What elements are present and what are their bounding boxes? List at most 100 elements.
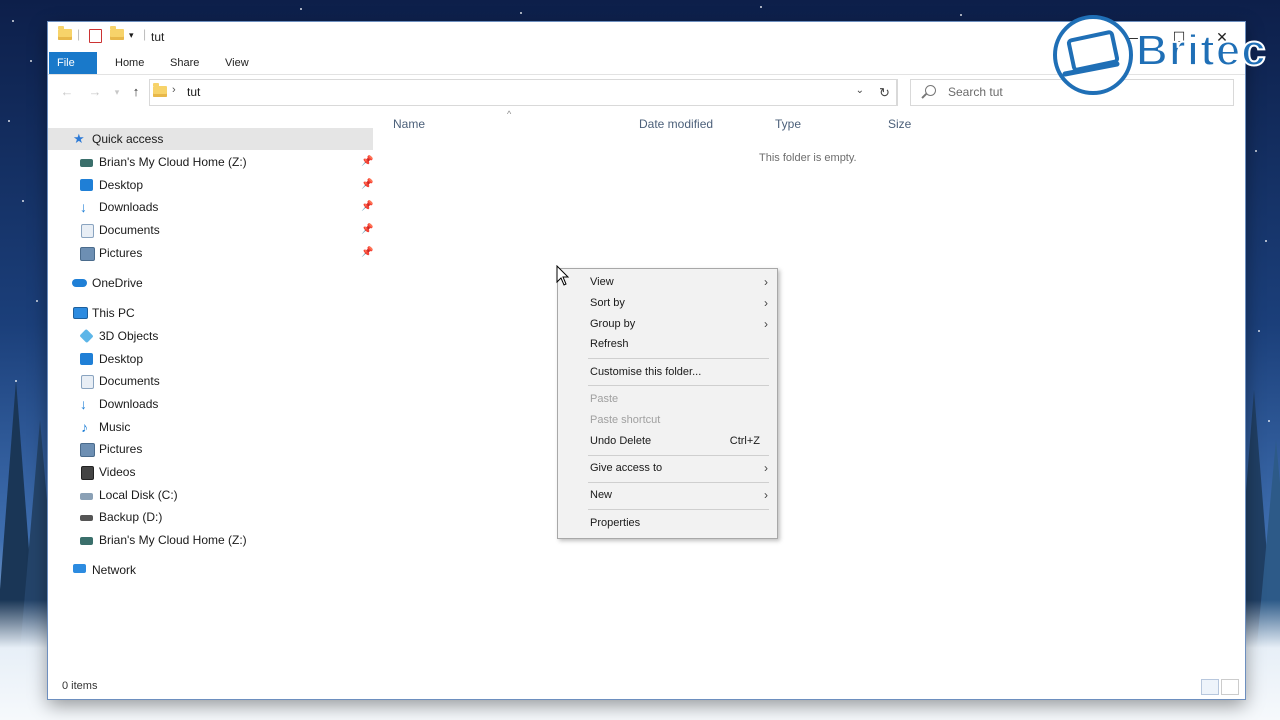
menu-label: Give access to <box>590 462 663 474</box>
nav-this-pc[interactable]: This PC <box>48 302 373 324</box>
menu-paste-shortcut[interactable]: Paste shortcut <box>558 410 777 430</box>
column-type[interactable]: Type <box>775 117 801 137</box>
new-folder-icon[interactable] <box>110 26 124 45</box>
nav-network[interactable]: Network <box>48 559 373 581</box>
nav-label: Backup (D:) <box>99 510 163 524</box>
menu-shortcut: Ctrl+Z <box>729 435 760 447</box>
menu-customise-folder[interactable]: Customise this folder... <box>558 362 777 382</box>
large-icons-view-button[interactable] <box>1221 679 1239 695</box>
menu-separator <box>588 455 769 456</box>
nav-onedrive[interactable]: OneDrive <box>48 272 373 294</box>
nav-pc-videos[interactable]: Videos <box>48 461 373 483</box>
desktop-icon <box>80 179 93 191</box>
nav-quick-desktop[interactable]: Desktop 📌 <box>48 174 373 196</box>
address-bar[interactable]: › tut ⌄ <box>149 79 897 106</box>
tab-home[interactable]: Home <box>105 52 154 74</box>
menu-give-access[interactable]: Give access to › <box>558 458 777 478</box>
chevron-right-icon: › <box>764 296 768 310</box>
menu-label: Undo Delete <box>590 435 652 447</box>
menu-label: Refresh <box>590 338 629 350</box>
separator: | <box>143 27 147 41</box>
chevron-right-icon[interactable]: › <box>172 84 176 96</box>
forward-button[interactable]: → <box>86 83 104 101</box>
sort-ascending-icon: ^ <box>507 109 512 119</box>
chevron-down-icon[interactable]: ⌄ <box>856 85 864 96</box>
logo-text: Britec <box>1135 25 1267 76</box>
search-input[interactable]: Search tut <box>948 85 1003 99</box>
menu-label: Customise this folder... <box>590 366 702 378</box>
separator: | <box>77 27 81 41</box>
nav-label: Brian's My Cloud Home (Z:) <box>99 155 247 169</box>
pin-icon: 📌 <box>361 156 374 167</box>
empty-folder-message: This folder is empty. <box>759 152 857 164</box>
download-icon: ↓ <box>80 396 87 412</box>
cloud-icon <box>72 279 87 287</box>
nav-quick-cloud[interactable]: Brian's My Cloud Home (Z:) 📌 <box>48 151 373 173</box>
details-view-button[interactable] <box>1201 679 1219 695</box>
nav-pc-cloud-home[interactable]: Brian's My Cloud Home (Z:) <box>48 529 373 551</box>
nav-pc-desktop[interactable]: Desktop <box>48 348 373 370</box>
up-button[interactable]: ↑ <box>127 83 145 101</box>
documents-icon <box>81 224 94 238</box>
nav-label: Pictures <box>99 442 143 456</box>
nav-pc-local-disk[interactable]: Local Disk (C:) <box>48 484 373 506</box>
nav-label: Local Disk (C:) <box>99 488 178 502</box>
back-button[interactable]: ← <box>58 83 76 101</box>
nav-pc-pictures[interactable]: Pictures <box>48 438 373 460</box>
column-name[interactable]: Name <box>393 117 425 137</box>
computer-icon <box>73 307 88 319</box>
menu-paste[interactable]: Paste <box>558 389 777 409</box>
nav-pc-backup[interactable]: Backup (D:) <box>48 506 373 528</box>
nav-label: Videos <box>99 465 136 479</box>
menu-undo-delete[interactable]: Undo Delete Ctrl+Z <box>558 431 777 451</box>
nav-label: Desktop <box>99 352 144 366</box>
nav-label: Downloads <box>99 200 159 214</box>
column-size[interactable]: Size <box>888 117 911 137</box>
menu-separator <box>588 385 769 386</box>
nav-quick-pictures[interactable]: Pictures 📌 <box>48 242 373 264</box>
tab-share[interactable]: Share <box>160 52 209 74</box>
network-drive-icon <box>80 159 93 167</box>
menu-properties[interactable]: Properties <box>558 513 777 533</box>
navigation-pane: ★ Quick access Brian's My Cloud Home (Z:… <box>48 127 373 677</box>
cube-icon <box>79 328 94 344</box>
nav-label: Quick access <box>92 132 164 146</box>
pin-icon: 📌 <box>361 247 374 258</box>
menu-sort-by[interactable]: Sort by › <box>558 293 777 313</box>
nav-quick-access[interactable]: ★ Quick access <box>48 128 373 150</box>
customize-toolbar-icon[interactable]: ▾ <box>129 30 134 46</box>
folder-icon <box>58 26 72 45</box>
properties-icon[interactable] <box>89 29 102 43</box>
menu-refresh[interactable]: Refresh <box>558 334 777 354</box>
refresh-button[interactable]: ↻ <box>872 79 898 106</box>
pin-icon: 📌 <box>361 224 374 235</box>
menu-view[interactable]: View › <box>558 272 777 292</box>
breadcrumb[interactable]: tut <box>187 85 200 99</box>
network-drive-icon <box>80 537 93 545</box>
music-note-icon: ♪ <box>81 419 88 435</box>
menu-group-by[interactable]: Group by › <box>558 314 777 334</box>
nav-quick-documents[interactable]: Documents 📌 <box>48 219 373 241</box>
pictures-icon <box>80 247 95 261</box>
menu-label: Sort by <box>590 297 625 309</box>
recent-locations-button[interactable]: ▾ <box>108 83 126 101</box>
desktop-icon <box>80 353 93 365</box>
menu-new[interactable]: New › <box>558 485 777 505</box>
network-icon <box>73 564 86 573</box>
nav-label: Network <box>92 563 137 577</box>
nav-label: Brian's My Cloud Home (Z:) <box>99 533 247 547</box>
menu-label: Group by <box>590 318 636 330</box>
menu-separator <box>588 482 769 483</box>
menu-separator <box>588 358 769 359</box>
nav-pc-downloads[interactable]: ↓ Downloads <box>48 393 373 415</box>
nav-pc-3d-objects[interactable]: 3D Objects <box>48 325 373 347</box>
column-date-modified[interactable]: Date modified <box>639 117 713 137</box>
nav-pc-documents[interactable]: Documents <box>48 370 373 392</box>
chevron-right-icon: › <box>764 488 768 502</box>
nav-quick-downloads[interactable]: ↓ Downloads 📌 <box>48 196 373 218</box>
tab-view[interactable]: View <box>215 52 259 74</box>
mouse-cursor-icon <box>556 265 570 286</box>
nav-pc-music[interactable]: ♪ Music <box>48 416 373 438</box>
documents-icon <box>81 375 94 389</box>
tab-file[interactable]: File <box>49 52 97 74</box>
